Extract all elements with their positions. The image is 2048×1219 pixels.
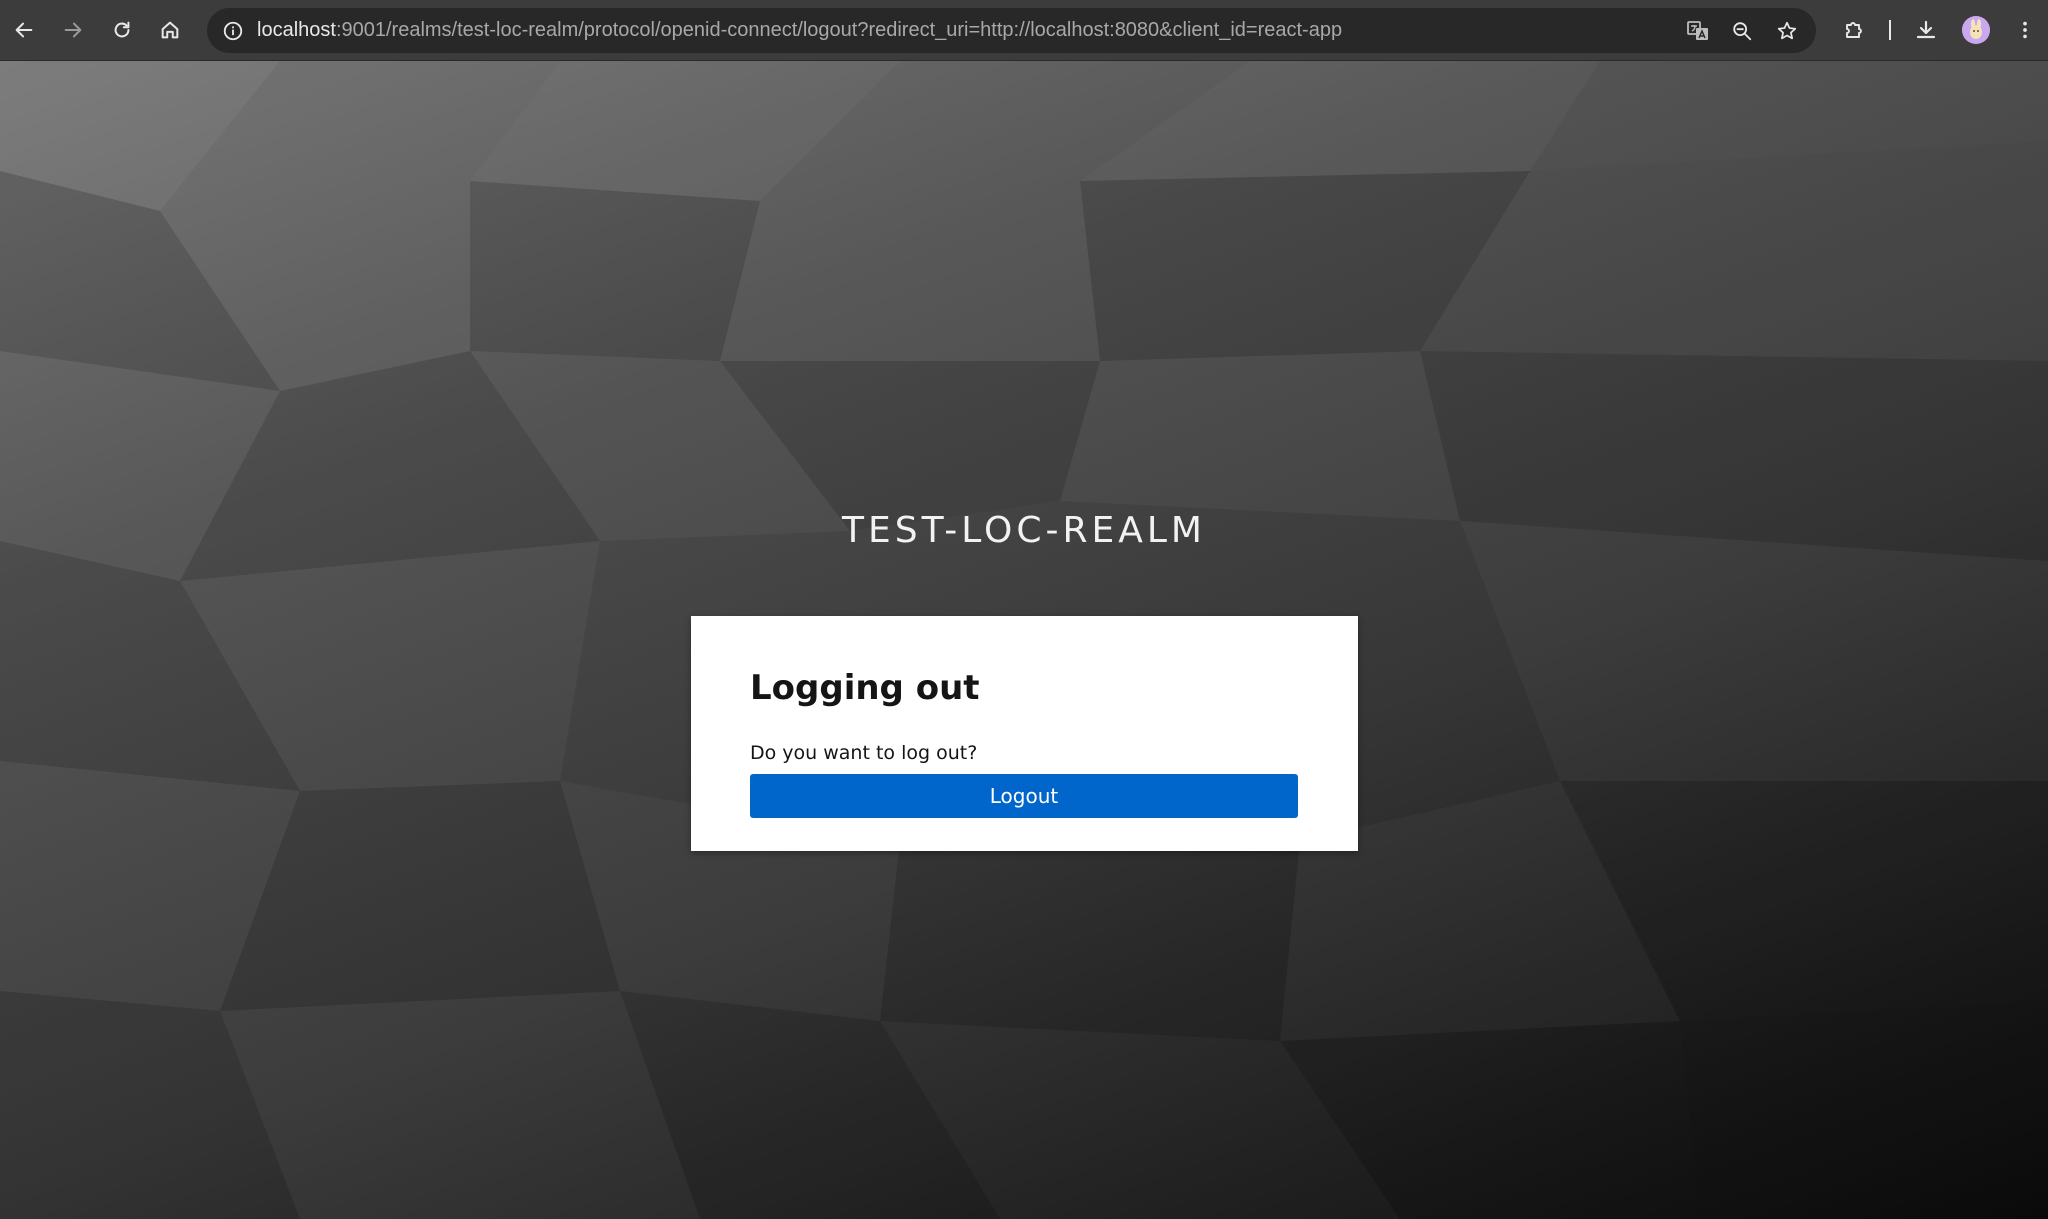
translate-button[interactable] — [1681, 14, 1715, 48]
card-title: Logging out — [750, 668, 980, 708]
download-icon — [1916, 20, 1936, 39]
zoom-button[interactable] — [1725, 14, 1759, 48]
url-path: :9001/realms/test-loc-realm/protocol/ope… — [335, 19, 1343, 41]
downloads-button[interactable] — [1906, 10, 1946, 50]
info-icon — [223, 21, 243, 41]
home-icon — [161, 21, 179, 39]
logout-button[interactable]: Logout — [750, 774, 1298, 818]
profile-avatar[interactable] — [1962, 16, 1990, 44]
puzzle-icon — [1846, 22, 1862, 38]
site-info-button[interactable] — [215, 13, 251, 49]
extensions-button[interactable] — [1834, 10, 1874, 50]
avatar-icon — [1962, 16, 1990, 44]
arrow-left-icon — [15, 22, 33, 38]
address-bar[interactable]: localhost:9001/realms/test-loc-realm/pro… — [207, 8, 1816, 53]
url-text[interactable]: localhost:9001/realms/test-loc-realm/pro… — [257, 8, 1657, 53]
reload-button[interactable] — [102, 10, 142, 50]
realm-title: TEST-LOC-REALM — [841, 510, 1206, 551]
home-button[interactable] — [150, 10, 190, 50]
logout-question: Do you want to log out? — [750, 742, 978, 764]
toolbar-divider — [1889, 20, 1891, 40]
logout-page: TEST-LOC-REALM Logging out Do you want t… — [0, 61, 2048, 1219]
url-host: localhost — [257, 19, 336, 41]
translate-icon — [1687, 21, 1708, 40]
arrow-right-icon — [64, 22, 82, 38]
back-button[interactable] — [4, 10, 44, 50]
browser-toolbar: localhost:9001/realms/test-loc-realm/pro… — [0, 0, 2048, 61]
logout-card: Logging out Do you want to log out? Logo… — [691, 616, 1358, 851]
kebab-menu-icon — [2023, 21, 2027, 39]
forward-button[interactable] — [53, 10, 93, 50]
zoom-icon — [1733, 22, 1752, 41]
bookmark-button[interactable] — [1770, 14, 1804, 48]
star-icon — [1777, 21, 1797, 40]
reload-icon — [114, 21, 130, 38]
browser-menu-button[interactable] — [2005, 10, 2045, 50]
